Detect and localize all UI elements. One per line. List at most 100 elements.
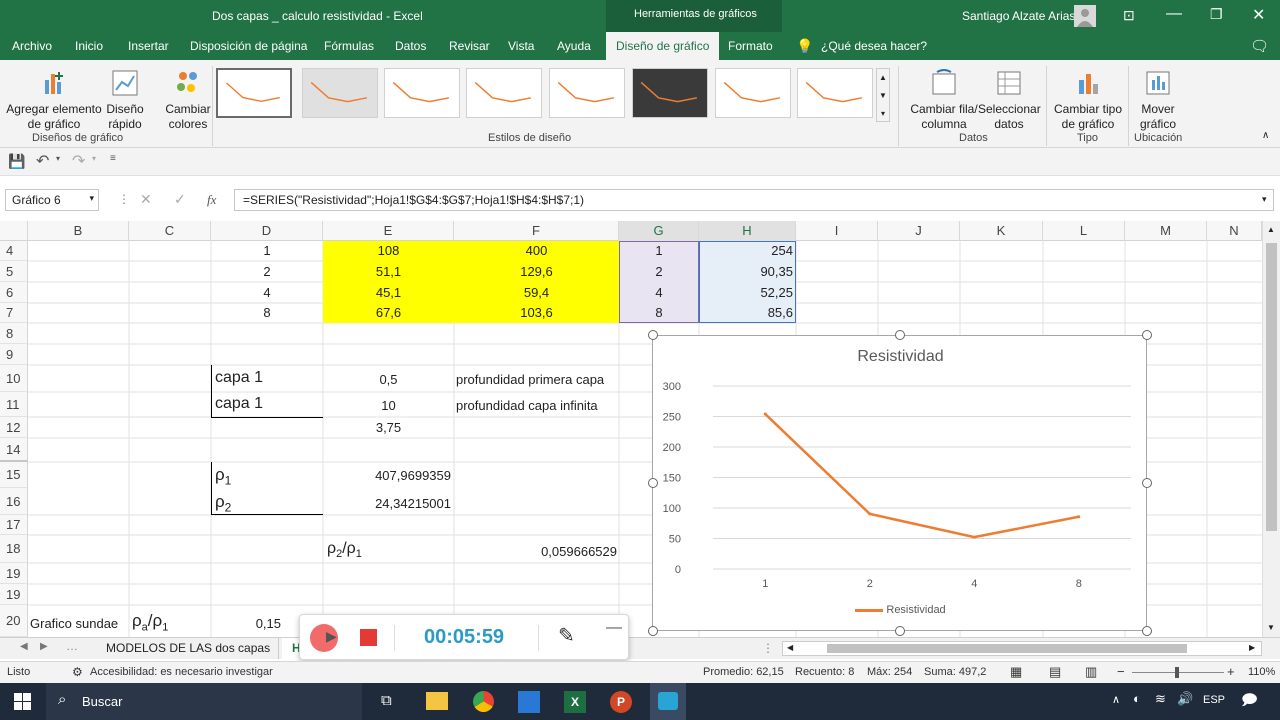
windows-start-icon[interactable]	[14, 693, 31, 710]
row-header[interactable]: 6	[0, 282, 28, 303]
tab-scroll-right-icon[interactable]: ▶	[40, 641, 48, 652]
gallery-scroll[interactable]: ▲ ▼ ▾	[876, 68, 890, 122]
data-point[interactable]	[763, 412, 767, 416]
row-header[interactable]: 12	[0, 417, 28, 438]
column-header[interactable]: L	[1043, 221, 1125, 241]
recorder-app-active[interactable]	[650, 683, 686, 720]
zoom-level[interactable]: 110%	[1248, 666, 1275, 678]
cell-h6[interactable]: 52,25	[699, 285, 793, 300]
accessibility-icon[interactable]: ⚙	[72, 665, 83, 679]
add-chart-element-button[interactable]: Agregar elemento de gráfico	[6, 68, 102, 132]
user-name[interactable]: Santiago Alzate Arias	[962, 9, 1075, 23]
formula-input[interactable]: =SERIES("Resistividad";Hoja1!$G$4:$G$7;H…	[234, 189, 1274, 211]
column-header[interactable]: D	[211, 221, 323, 241]
ribbon-display-icon[interactable]: ⊡	[1123, 7, 1135, 24]
chart-style-8[interactable]	[797, 68, 873, 118]
status-count[interactable]: Recuento: 8	[795, 666, 854, 678]
resize-handle[interactable]	[1142, 626, 1152, 636]
tab-datos[interactable]: Datos	[395, 32, 426, 60]
tab-formulas[interactable]: Fórmulas	[324, 32, 374, 60]
column-header[interactable]: H	[699, 221, 796, 241]
name-box-dropdown-icon[interactable]: ▾	[89, 193, 94, 204]
status-average[interactable]: Promedio: 62,15	[703, 666, 784, 678]
enter-icon[interactable]: ✓	[174, 191, 186, 208]
cell-e12[interactable]: 3,75	[323, 420, 454, 435]
row-header[interactable]: 20	[0, 605, 28, 637]
switch-row-column-button[interactable]: Cambiar fila/ columna	[906, 68, 982, 132]
sheet-tab[interactable]: MODELOS DE LAS dos capas	[98, 638, 280, 659]
column-header[interactable]: M	[1125, 221, 1207, 241]
cell-f4[interactable]: 400	[454, 243, 619, 258]
scroll-thumb[interactable]	[1266, 243, 1277, 531]
cell-f17[interactable]: 0,059666529	[454, 544, 617, 559]
column-header[interactable]: E	[323, 221, 454, 241]
user-avatar[interactable]	[1074, 5, 1096, 27]
column-header[interactable]: K	[960, 221, 1043, 241]
cell-d15[interactable]: ρ2	[215, 492, 231, 514]
file-explorer-icon[interactable]	[426, 692, 448, 710]
cell-e4[interactable]: 108	[323, 243, 454, 258]
cell-d14[interactable]: ρ1	[215, 465, 231, 487]
minimize-recorder-icon[interactable]: —	[606, 619, 622, 637]
cell-d20[interactable]: 0,15	[211, 616, 281, 631]
status-sum[interactable]: Suma: 497,2	[924, 666, 986, 678]
tab-inicio[interactable]: Inicio	[75, 32, 103, 60]
cancel-icon[interactable]: ✕	[140, 191, 152, 208]
resize-handle[interactable]	[648, 478, 658, 488]
data-point[interactable]	[1077, 515, 1081, 519]
powerpoint-icon[interactable]: P	[610, 691, 632, 713]
data-point[interactable]	[972, 535, 976, 539]
cell-e17[interactable]: ρ2/ρ1	[327, 540, 362, 560]
cell-d11[interactable]: capa 1	[215, 395, 263, 413]
splitter-icon[interactable]: ⋮	[762, 641, 774, 655]
column-header[interactable]: N	[1207, 221, 1262, 241]
media-app-icon[interactable]	[518, 691, 540, 713]
name-box[interactable]: Gráfico 6 ▾	[5, 189, 99, 211]
data-point[interactable]	[868, 512, 872, 516]
chart-style-2[interactable]	[302, 68, 378, 118]
row-header[interactable]: 9	[0, 344, 28, 365]
cell-c20[interactable]: ρa/ρ1	[132, 611, 168, 633]
row-header[interactable]: 7	[0, 303, 28, 323]
cell-g6[interactable]: 4	[619, 285, 699, 300]
pen-icon[interactable]: ✎	[558, 623, 575, 648]
resize-handle[interactable]	[648, 626, 658, 636]
move-chart-button[interactable]: Mover gráfico	[1134, 68, 1182, 132]
accessibility-status[interactable]: Accesibilidad: es necesario investigar	[90, 666, 273, 678]
resize-handle[interactable]	[895, 330, 905, 340]
row-header[interactable]: 14	[0, 438, 28, 462]
chart-style-3[interactable]	[384, 68, 460, 118]
cell-d5[interactable]: 2	[211, 264, 323, 279]
row-header[interactable]: 4	[0, 241, 28, 261]
resize-handle[interactable]	[648, 330, 658, 340]
redo-icon[interactable]: ↷	[72, 151, 85, 171]
cell-e10[interactable]: 0,5	[323, 372, 454, 387]
cell-d10[interactable]: capa 1	[215, 369, 263, 387]
drag-handle-icon[interactable]: ⋮	[118, 192, 130, 206]
quick-layout-button[interactable]: Diseño rápido	[102, 68, 148, 132]
task-view-icon[interactable]: ⧉	[381, 692, 392, 709]
hscroll-right-icon[interactable]: ▶	[1249, 643, 1255, 652]
chart-legend[interactable]: Resistividad	[653, 604, 1148, 616]
hscroll-left-icon[interactable]: ◀	[787, 643, 793, 652]
cell-g4[interactable]: 1	[619, 243, 699, 258]
tab-revisar[interactable]: Revisar	[449, 32, 490, 60]
row-header[interactable]: 15	[0, 462, 28, 488]
close-icon[interactable]: ✕	[1252, 5, 1265, 25]
cell-h5[interactable]: 90,35	[699, 264, 793, 279]
tab-diseno-grafico[interactable]: Diseño de gráfico	[606, 32, 720, 60]
column-header[interactable]: B	[28, 221, 129, 241]
hscroll-thumb[interactable]	[827, 644, 1187, 653]
resize-handle[interactable]	[1142, 478, 1152, 488]
zoom-out-icon[interactable]: −	[1117, 664, 1125, 679]
row-header[interactable]: 10	[0, 365, 28, 392]
customize-qat-icon[interactable]: ≡	[110, 153, 116, 164]
cell-d6[interactable]: 4	[211, 285, 323, 300]
column-header[interactable]: C	[129, 221, 211, 241]
cell-f10[interactable]: profundidad primera capa	[456, 372, 604, 387]
comments-icon[interactable]: 🗨	[1250, 37, 1269, 55]
tab-archivo[interactable]: Archivo	[12, 32, 52, 60]
cell-d4[interactable]: 1	[211, 243, 323, 258]
tell-me-search[interactable]: ¿Qué desea hacer?	[821, 32, 927, 60]
tab-scroll-left-icon[interactable]: ◀	[20, 641, 28, 652]
